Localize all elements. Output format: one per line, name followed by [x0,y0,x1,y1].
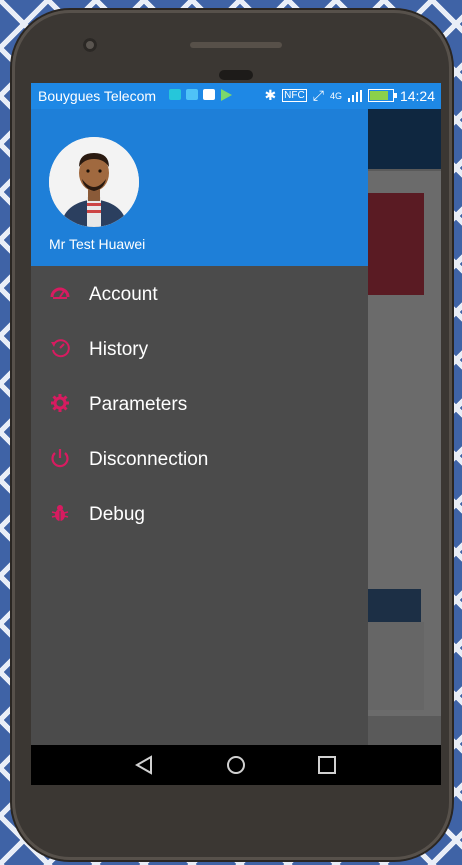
home-button[interactable] [226,755,246,775]
chat-notification-icon [186,89,198,100]
status-bar: Bouygues Telecom ✱ NFC ⤢ 4G 14:24 [31,83,441,109]
app-notification-icon [169,89,181,100]
navigation-drawer: Mr Test Huawei Account History Parameter… [31,109,368,745]
avatar[interactable] [49,137,139,227]
history-icon [51,339,70,358]
phone-screen: Bouygues Telecom ✱ NFC ⤢ 4G 14:24 Mr Tes… [31,83,441,785]
mail-icon [203,89,215,100]
menu-item-label: Debug [89,504,145,525]
carrier-name: Bouygues Telecom [38,88,157,104]
notification-icons [169,89,232,101]
nfc-icon: NFC [282,89,307,102]
status-icons: ✱ NFC ⤢ 4G 14:24 [264,87,435,104]
clock: 14:24 [399,87,435,104]
menu-item-label: History [89,339,149,360]
earpiece-speaker [190,42,282,48]
menu-item-label: Disconnection [89,449,209,470]
back-button[interactable] [134,755,154,775]
front-camera [83,38,97,52]
gauge-icon [50,287,70,299]
play-store-icon [221,89,232,101]
battery-icon [367,89,397,102]
signal-icon [347,89,362,102]
menu-item-account[interactable]: Account [31,266,368,321]
menu-item-label: Account [89,284,158,305]
navigation-bar [31,745,441,785]
background-gray-box [368,622,424,710]
drawer-header: Mr Test Huawei [31,109,368,266]
user-avatar-icon [49,137,139,227]
background-red-card [368,193,424,295]
menu-item-history[interactable]: History [31,321,368,376]
gear-icon [51,394,69,412]
bluetooth-icon: ✱ [264,87,277,103]
menu-item-disconnection[interactable]: Disconnection [31,431,368,486]
recents-button[interactable] [317,755,337,775]
drawer-menu: Account History Parameters Disconnection… [31,266,368,541]
background-app-header [368,109,441,169]
user-name: Mr Test Huawei [49,236,146,252]
vibrate-icon: ⤢ [312,87,324,103]
signal-label: 4G [329,90,342,101]
menu-item-debug[interactable]: Debug [31,486,368,541]
bug-icon [51,505,69,521]
power-icon [51,449,69,468]
background-dark-band [368,589,421,622]
menu-item-label: Parameters [89,394,188,415]
proximity-sensor [219,70,253,80]
menu-item-parameters[interactable]: Parameters [31,376,368,431]
